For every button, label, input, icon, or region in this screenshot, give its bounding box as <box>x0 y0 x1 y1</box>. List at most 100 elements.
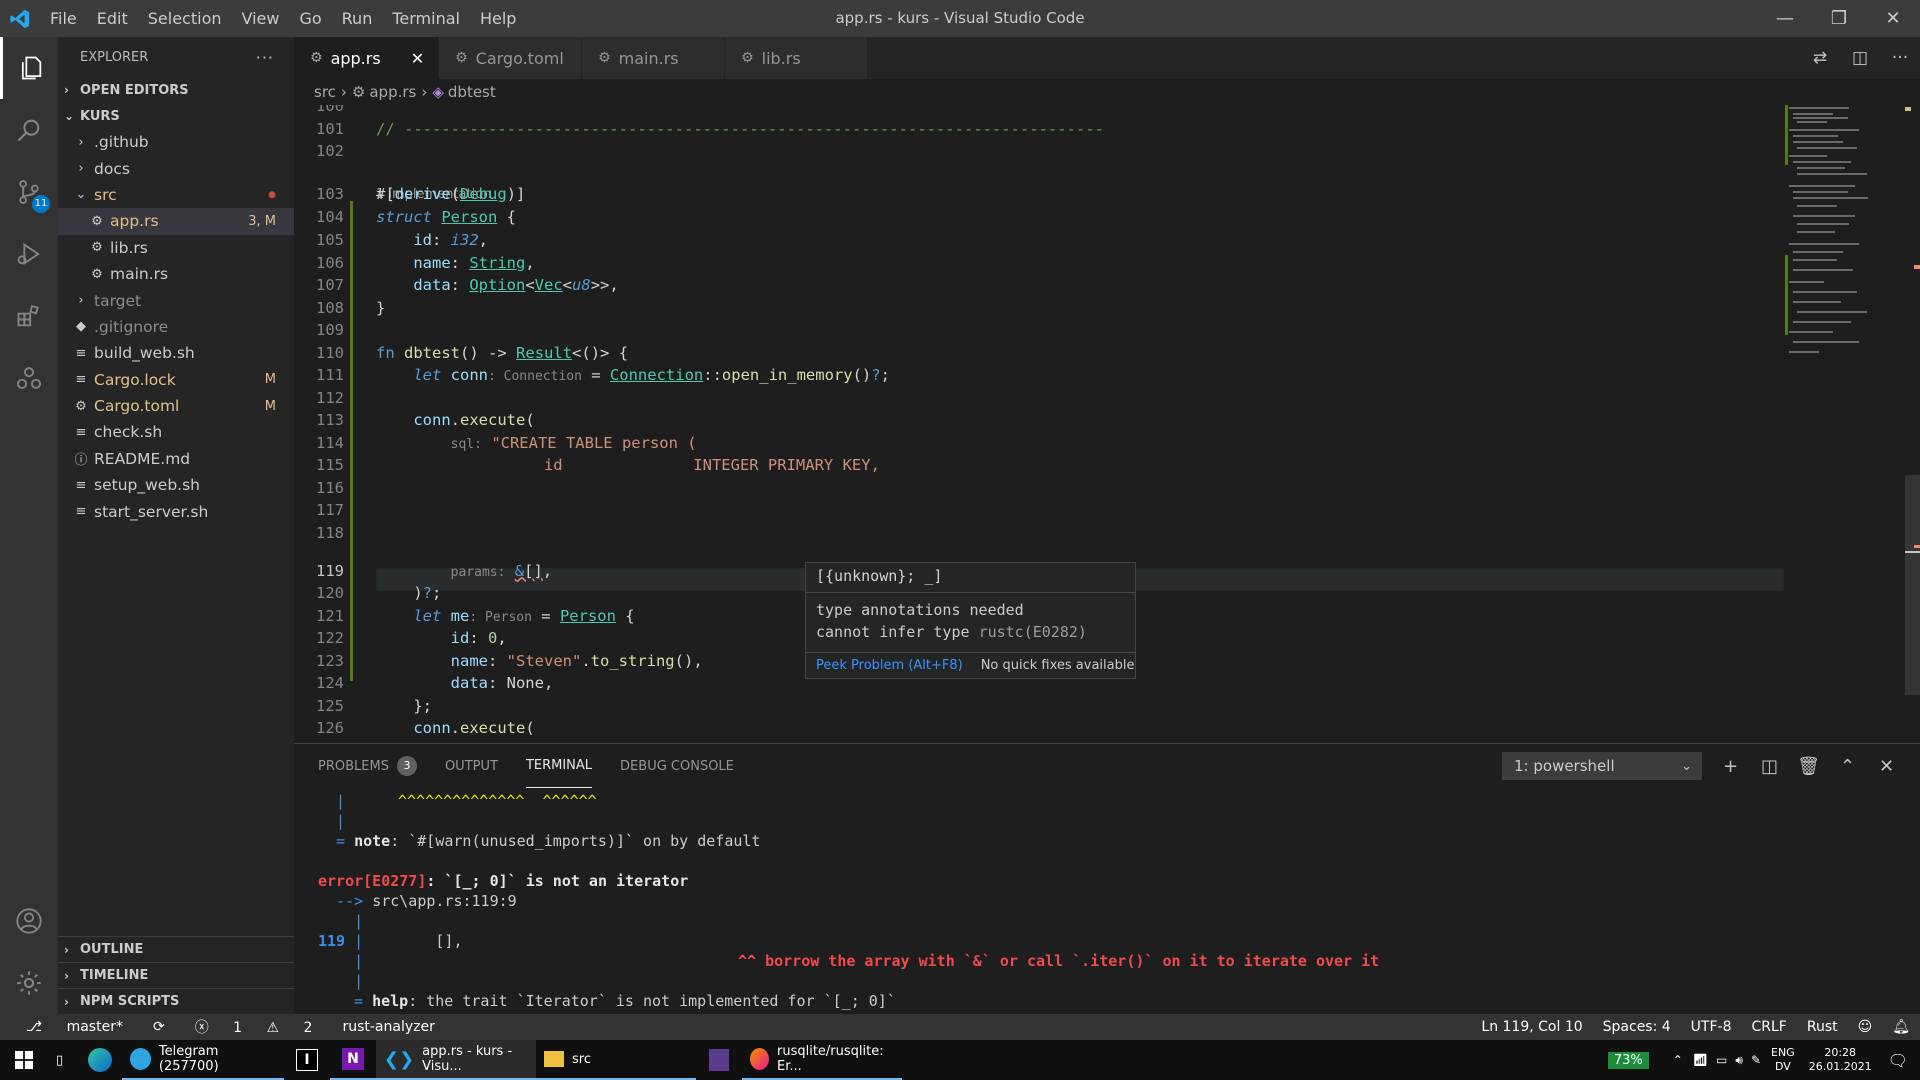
tab-cargo-toml[interactable]: ⚙ Cargo.toml <box>439 37 583 79</box>
tab-problems[interactable]: PROBLEMS 3 <box>318 744 417 788</box>
tree-item[interactable]: › .github <box>58 129 294 155</box>
menu-go[interactable]: Go <box>289 0 331 37</box>
code-line[interactable]: 115 id INTEGER PRIMARY KEY, <box>294 454 1784 477</box>
maximize-panel-icon[interactable]: ⌃ <box>1828 756 1867 777</box>
outline-section[interactable]: › OUTLINE <box>58 936 294 962</box>
notifications-bell-icon[interactable]: 🔔︎ <box>1892 1019 1910 1035</box>
close-panel-icon[interactable]: ✕ <box>1867 756 1906 777</box>
workspace-root-section[interactable]: ⌄ KURS <box>58 103 294 129</box>
code-line[interactable]: 109 <box>294 319 1784 342</box>
timeline-section[interactable]: › TIMELINE <box>58 962 294 988</box>
more-actions-button[interactable]: ··· <box>256 48 274 67</box>
search-activity[interactable] <box>0 99 58 161</box>
menu-edit[interactable]: Edit <box>87 0 138 37</box>
branch-indicator[interactable]: ⎇ master* <box>16 1019 133 1035</box>
new-terminal-icon[interactable]: + <box>1711 756 1750 777</box>
code-line[interactable]: 111 let conn: Connection = Connection::o… <box>294 364 1784 387</box>
code-line[interactable]: 126 conn.execute( <box>294 717 1784 740</box>
breadcrumb-file[interactable]: app.rs <box>369 83 416 101</box>
code-line[interactable]: 100 <box>294 105 1784 118</box>
indentation[interactable]: Spaces: 4 <box>1603 1019 1671 1035</box>
tree-item[interactable]: ≡ check.sh <box>58 419 294 445</box>
firefox-app[interactable]: rusqlite/rusqlite: Er... <box>742 1040 902 1080</box>
code-line[interactable]: 108} <box>294 297 1784 320</box>
clock[interactable]: 20:28 26.01.2021 <box>1809 1046 1872 1074</box>
code-line[interactable]: 116 <box>294 477 1784 500</box>
code-line[interactable]: 101 // ----------------------------------… <box>294 118 1784 141</box>
battery-meter[interactable]: 73% <box>1607 1051 1649 1069</box>
end-of-line[interactable]: CRLF <box>1751 1019 1786 1035</box>
extensions-activity[interactable] <box>0 285 58 347</box>
code-line[interactable]: 105 id: i32, <box>294 229 1784 252</box>
menu-terminal[interactable]: Terminal <box>382 0 470 37</box>
code-line[interactable]: 107 data: Option<Vec<u8>>, <box>294 274 1784 297</box>
tree-item[interactable]: ⌄ src ● <box>58 182 294 208</box>
code-line[interactable]: 117 <box>294 499 1784 522</box>
menu-run[interactable]: Run <box>332 0 383 37</box>
split-terminal-icon[interactable]: ◫ <box>1750 756 1789 777</box>
tree-item[interactable]: ≡ setup_web.sh <box>58 472 294 498</box>
explorer-activity[interactable] <box>0 37 58 99</box>
encoding[interactable]: UTF-8 <box>1691 1019 1732 1035</box>
code-line[interactable]: 113 conn.execute( <box>294 409 1784 432</box>
minimize-button[interactable]: — <box>1758 0 1812 37</box>
code-editor[interactable]: 1 implementation 100 101// --------------… <box>294 105 1920 743</box>
code-line[interactable]: 125 }; <box>294 695 1784 718</box>
battery-icon[interactable]: ▭ <box>1716 1053 1727 1067</box>
menu-view[interactable]: View <box>232 0 290 37</box>
breadcrumb-symbol[interactable]: dbtest <box>448 83 496 101</box>
file-explorer-app[interactable]: src <box>536 1040 696 1080</box>
network-icon[interactable]: 📶︎ <box>1693 1053 1708 1067</box>
code-line[interactable]: 118 <box>294 522 1784 545</box>
npm-scripts-section[interactable]: › NPM SCRIPTS <box>58 988 294 1014</box>
menu-file[interactable]: File <box>40 0 87 37</box>
onenote-app[interactable]: N <box>330 1040 376 1080</box>
accounts-activity[interactable] <box>0 890 58 952</box>
tab-output[interactable]: OUTPUT <box>445 744 498 788</box>
restore-button[interactable]: ❐ <box>1812 0 1866 37</box>
tree-item[interactable]: ⚙ main.rs <box>58 261 294 287</box>
tab-terminal[interactable]: TERMINAL <box>525 744 593 788</box>
task-view-icon[interactable]: ▯ <box>48 1040 78 1080</box>
tab-lib-rs[interactable]: ⚙ lib.rs <box>725 37 869 79</box>
tree-item[interactable]: ≡ start_server.sh <box>58 498 294 524</box>
open-editors-section[interactable]: › OPEN EDITORS <box>58 77 294 103</box>
language-mode[interactable]: Rust <box>1807 1019 1838 1035</box>
tree-item[interactable]: ⓘ README.md <box>58 446 294 472</box>
code-line[interactable]: 106 name: String, <box>294 252 1784 275</box>
tree-item[interactable]: › docs <box>58 155 294 181</box>
feedback-icon[interactable]: ☺ <box>1858 1019 1873 1035</box>
rust-analyzer-status[interactable]: rust-analyzer <box>342 1019 434 1035</box>
menu-help[interactable]: Help <box>470 0 526 37</box>
tab-debug-console[interactable]: DEBUG CONSOLE <box>620 744 734 788</box>
sync-icon[interactable]: ⟳ <box>153 1019 165 1035</box>
cursor-position[interactable]: Ln 119, Col 10 <box>1481 1019 1582 1035</box>
code-line[interactable]: 110 fn dbtest() -> Result<()> { <box>294 342 1784 365</box>
manage-activity[interactable] <box>0 952 58 1014</box>
tree-item[interactable]: ⚙ Cargo.toml M <box>58 393 294 419</box>
tab-app-rs[interactable]: ⚙ app.rs ✕ <box>294 37 440 79</box>
tree-item[interactable]: ◆ .gitignore <box>58 314 294 340</box>
code-line[interactable]: 104 struct Person { <box>294 206 1784 229</box>
input-language[interactable]: ENG DV <box>1771 1046 1795 1074</box>
terminal-select[interactable]: 1: powershell ⌄ <box>1502 752 1702 780</box>
code-line[interactable]: 112 <box>294 387 1784 410</box>
close-tab-button[interactable]: ✕ <box>381 49 424 68</box>
app-icon[interactable] <box>696 1040 742 1080</box>
more-actions-icon[interactable]: ··· <box>1880 48 1920 68</box>
peek-problem-link[interactable]: Peek Problem (Alt+F8) <box>816 658 963 673</box>
code-line[interactable]: 102 <box>294 140 1784 163</box>
notification-center-icon[interactable]: 🗨︎ <box>1888 1051 1908 1070</box>
tree-item[interactable]: › target <box>58 287 294 313</box>
open-changes-icon[interactable]: ⇄ <box>1800 48 1840 68</box>
editor-scrollbar[interactable] <box>1905 105 1920 743</box>
problems-indicator[interactable]: ⓧ 1 ⚠ 2 <box>185 1017 323 1037</box>
minimap[interactable] <box>1785 105 1905 743</box>
tree-item[interactable]: ≡ build_web.sh <box>58 340 294 366</box>
split-editor-icon[interactable]: ◫ <box>1840 48 1880 68</box>
menu-selection[interactable]: Selection <box>138 0 232 37</box>
trash-icon[interactable]: 🗑 <box>1789 756 1828 777</box>
tab-main-rs[interactable]: ⚙ main.rs <box>582 37 726 79</box>
code-line[interactable]: 114 sql: "CREATE TABLE person ( <box>294 432 1784 455</box>
remote-activity[interactable] <box>0 347 58 409</box>
